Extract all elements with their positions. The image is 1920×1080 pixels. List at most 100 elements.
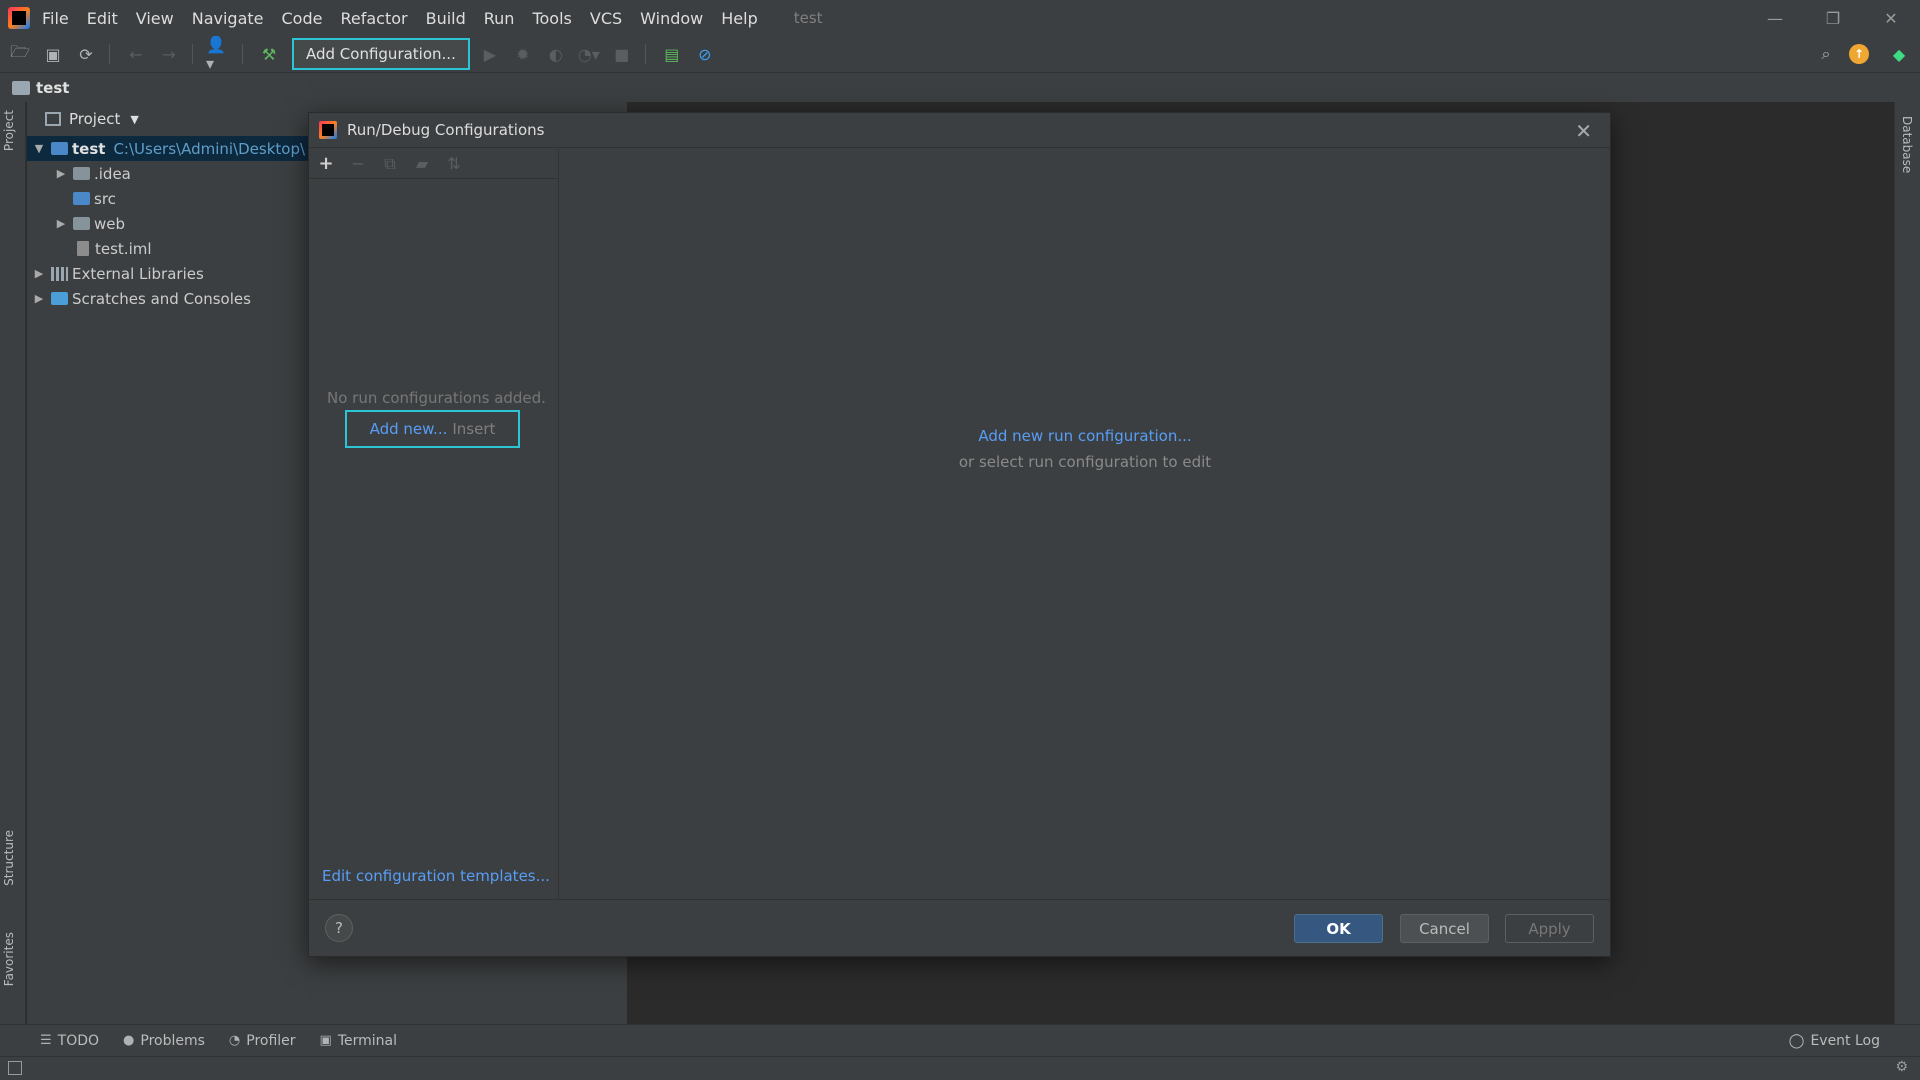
list-icon: ☰ bbox=[40, 1033, 52, 1048]
forward-arrow-icon[interactable]: → bbox=[156, 41, 182, 67]
update-icon[interactable]: ↑ bbox=[1849, 44, 1869, 64]
folder-icon bbox=[73, 167, 90, 180]
status-bar: ⚙ bbox=[0, 1056, 1920, 1080]
save-all-icon[interactable]: ▣ bbox=[40, 41, 66, 67]
tree-label: Scratches and Consoles bbox=[72, 289, 251, 308]
menu-window[interactable]: Window bbox=[640, 9, 703, 28]
debug-icon[interactable]: ✹ bbox=[510, 41, 536, 67]
window-controls: — ❐ ✕ bbox=[1746, 0, 1920, 36]
copy-icon[interactable]: ⧉ bbox=[381, 154, 399, 174]
disable-icon[interactable]: ⊘ bbox=[692, 41, 718, 67]
menu-help[interactable]: Help bbox=[721, 9, 757, 28]
stop-icon[interactable]: ■ bbox=[609, 41, 635, 67]
structure-tool-tab[interactable]: Structure bbox=[2, 830, 16, 886]
add-new-link[interactable]: Add new... bbox=[370, 420, 448, 438]
tree-label: .idea bbox=[94, 164, 131, 183]
favorites-tool-tab[interactable]: Favorites bbox=[2, 932, 16, 986]
tree-label: web bbox=[94, 214, 126, 233]
database-tab-label: Database bbox=[1900, 116, 1914, 174]
project-tool-tab[interactable]: Project bbox=[2, 110, 16, 151]
breadcrumb-project[interactable]: test bbox=[36, 79, 69, 97]
source-folder-icon bbox=[73, 192, 90, 205]
library-icon bbox=[51, 266, 68, 281]
chevron-right-icon[interactable]: ▶ bbox=[31, 267, 47, 280]
favorites-tab-label: Favorites bbox=[2, 932, 16, 987]
chevron-right-icon[interactable]: ▶ bbox=[31, 292, 47, 305]
help-button[interactable]: ? bbox=[325, 914, 353, 942]
event-log-tool-tab[interactable]: ◯ Event Log bbox=[1789, 1025, 1880, 1057]
event-log-label: Event Log bbox=[1810, 1033, 1880, 1049]
menu-run[interactable]: Run bbox=[484, 9, 515, 28]
sort-icon[interactable]: ⇅ bbox=[445, 154, 463, 173]
tool-windows-toggle-icon[interactable] bbox=[8, 1061, 22, 1075]
terminal-label: Terminal bbox=[337, 1032, 398, 1049]
profiler-tool-tab[interactable]: ◔ Profiler bbox=[229, 1033, 296, 1049]
dialog-footer: ? OK Cancel Apply bbox=[309, 899, 1610, 956]
structure-tab-label: Structure bbox=[2, 830, 16, 886]
apply-button[interactable]: Apply bbox=[1505, 914, 1594, 943]
edit-configuration-templates-link[interactable]: Edit configuration templates... bbox=[322, 867, 550, 885]
file-icon bbox=[77, 241, 89, 256]
tree-label: test bbox=[72, 139, 106, 158]
project-view-icon bbox=[45, 112, 61, 126]
intellij-logo-icon bbox=[8, 7, 30, 29]
menu-edit[interactable]: Edit bbox=[87, 9, 118, 28]
menu-navigate[interactable]: Navigate bbox=[192, 9, 264, 28]
settings-gear-icon[interactable]: ⚙ bbox=[1895, 1059, 1908, 1075]
problems-label: Problems bbox=[140, 1032, 205, 1049]
back-arrow-icon[interactable]: ← bbox=[123, 41, 149, 67]
minimize-icon[interactable]: — bbox=[1746, 0, 1804, 36]
database-tool-tab[interactable]: Database bbox=[1900, 116, 1914, 173]
menu-file[interactable]: File bbox=[42, 9, 69, 28]
cancel-button[interactable]: Cancel bbox=[1400, 914, 1489, 943]
coverage-chart-icon[interactable]: ▤ bbox=[659, 41, 685, 67]
add-icon[interactable]: + bbox=[317, 153, 335, 174]
menu-vcs[interactable]: VCS bbox=[590, 9, 622, 28]
run-with-coverage-icon[interactable]: ◐ bbox=[543, 41, 569, 67]
add-new-run-configuration-link[interactable]: Add new run configuration... bbox=[560, 427, 1610, 445]
close-icon[interactable]: ✕ bbox=[1575, 119, 1592, 143]
todo-tool-tab[interactable]: ☰ TODO bbox=[40, 1033, 99, 1049]
navigation-bar: test bbox=[0, 72, 1920, 102]
dialog-title: Run/Debug Configurations bbox=[347, 121, 545, 139]
intellij-logo-icon bbox=[319, 121, 337, 139]
dialog-title-bar: Run/Debug Configurations ✕ bbox=[309, 113, 1610, 148]
terminal-icon: ▣ bbox=[319, 1033, 332, 1048]
scratches-icon bbox=[51, 292, 68, 305]
menu-tools[interactable]: Tools bbox=[532, 9, 571, 28]
problems-tool-tab[interactable]: ● Problems bbox=[123, 1033, 205, 1049]
remove-icon[interactable]: − bbox=[349, 154, 367, 173]
select-configuration-hint: or select run configuration to edit bbox=[958, 453, 1212, 471]
toolbar-divider bbox=[192, 44, 193, 64]
menu-bar: File Edit View Navigate Code Refactor Bu… bbox=[0, 0, 1920, 36]
synchronize-icon[interactable]: ⟳ bbox=[73, 41, 99, 67]
restore-icon[interactable]: ❐ bbox=[1804, 0, 1862, 36]
chevron-down-icon: ▼ bbox=[130, 112, 139, 126]
add-new-shortcut: Insert bbox=[452, 420, 496, 438]
ok-button[interactable]: OK bbox=[1294, 914, 1383, 943]
empty-list-message: No run configurations added. bbox=[327, 389, 546, 407]
configurations-list-panel: + − ⧉ ▰ ⇅ No run configurations added. A… bbox=[309, 149, 559, 899]
terminal-tool-tab[interactable]: ▣ Terminal bbox=[320, 1033, 397, 1049]
open-folder-icon[interactable]: 🗁 bbox=[7, 41, 33, 67]
user-dropdown-icon[interactable]: 👤▾ bbox=[206, 35, 232, 73]
build-hammer-icon[interactable]: ⚒ bbox=[256, 41, 282, 67]
chevron-down-icon[interactable]: ▼ bbox=[31, 142, 47, 155]
module-folder-icon bbox=[51, 142, 68, 155]
move-to-folder-icon[interactable]: ▰ bbox=[413, 154, 431, 173]
configuration-details-panel: Add new run configuration... or select r… bbox=[560, 149, 1610, 899]
profiler-label: Profiler bbox=[246, 1032, 296, 1049]
close-window-icon[interactable]: ✕ bbox=[1862, 0, 1920, 36]
add-configuration-button[interactable]: Add Configuration... bbox=[292, 38, 470, 70]
menu-refactor[interactable]: Refactor bbox=[340, 9, 407, 28]
chevron-right-icon[interactable]: ▶ bbox=[53, 217, 69, 230]
menu-code[interactable]: Code bbox=[282, 9, 323, 28]
menu-view[interactable]: View bbox=[136, 9, 174, 28]
profile-dropdown-icon[interactable]: ◔▾ bbox=[576, 41, 602, 67]
add-new-link-box[interactable]: Add new... Insert bbox=[345, 410, 520, 448]
run-icon[interactable]: ▶ bbox=[477, 41, 503, 67]
chevron-right-icon[interactable]: ▶ bbox=[53, 167, 69, 180]
search-icon[interactable]: ⌕ bbox=[1813, 41, 1839, 67]
toolbox-icon[interactable]: ◆ bbox=[1886, 41, 1912, 67]
menu-build[interactable]: Build bbox=[426, 9, 466, 28]
